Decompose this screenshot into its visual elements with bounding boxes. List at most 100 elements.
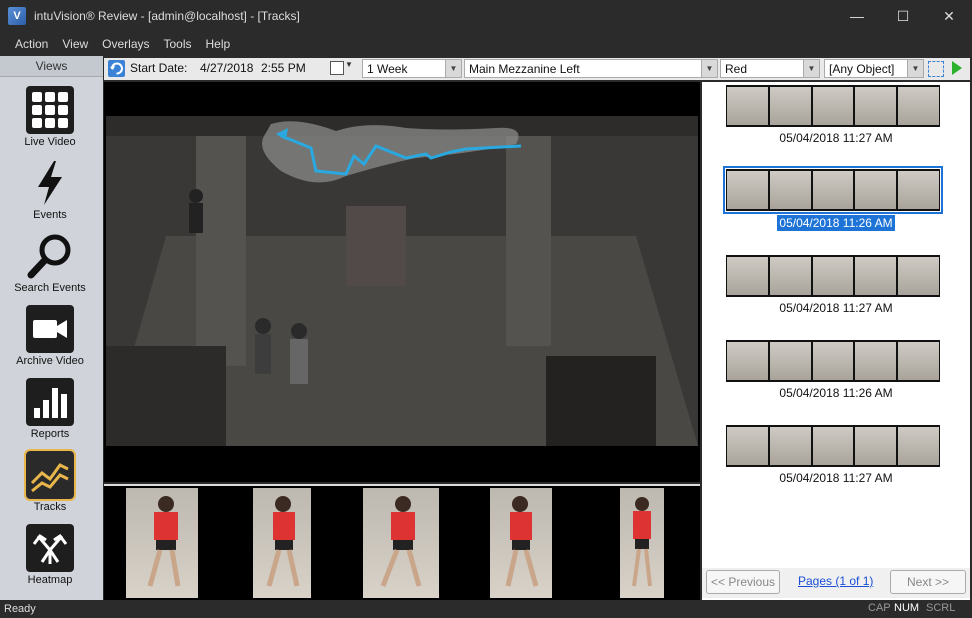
chevron-down-icon[interactable]: ▼	[701, 60, 717, 77]
track-result-card[interactable]	[726, 255, 940, 297]
track-frame	[727, 87, 768, 125]
track-frame	[769, 87, 811, 125]
chevron-down-icon[interactable]: ▼	[345, 60, 353, 69]
app-logo-icon: V	[8, 7, 26, 25]
video-player[interactable]	[104, 82, 700, 482]
cap-indicator: CAP	[868, 602, 891, 614]
views-sidebar: Views Live Video Events Search Events Ar…	[0, 56, 103, 600]
view-archive-video[interactable]: Archive Video	[0, 299, 100, 371]
track-frame	[855, 427, 897, 465]
track-thumbnail[interactable]	[363, 488, 439, 598]
view-label: Reports	[30, 428, 70, 440]
track-thumbnail[interactable]	[620, 488, 664, 598]
chevron-down-icon[interactable]: ▼	[907, 60, 923, 77]
track-frame	[769, 427, 811, 465]
color-select[interactable]: Red ▼	[720, 59, 820, 78]
period-value: 1 Week	[367, 61, 408, 76]
track-frame	[898, 342, 939, 380]
lightning-icon	[26, 159, 74, 207]
track-results-panel: 05/04/2018 11:27 AM 05/04/2018 11:26 AM …	[702, 82, 970, 600]
track-thumbnail[interactable]	[490, 488, 552, 598]
track-timestamp: 05/04/2018 11:27 AM	[779, 471, 893, 485]
track-result-card[interactable]	[726, 425, 940, 467]
menu-help[interactable]: Help	[199, 37, 238, 51]
view-search-events[interactable]: Search Events	[0, 226, 100, 298]
next-button[interactable]: Next >>	[890, 570, 966, 594]
track-frame	[769, 342, 811, 380]
track-frame	[812, 171, 854, 209]
view-tracks[interactable]: Tracks	[0, 445, 100, 517]
heatmap-icon	[26, 524, 74, 572]
view-reports[interactable]: Reports	[0, 372, 100, 444]
bar-chart-icon	[26, 378, 74, 426]
view-label: Events	[33, 209, 67, 221]
chevron-down-icon[interactable]: ▼	[445, 60, 461, 77]
menu-overlays[interactable]: Overlays	[95, 37, 156, 51]
menu-bar: Action View Overlays Tools Help	[0, 32, 972, 56]
object-value: [Any Object]	[829, 61, 895, 76]
track-result-card-selected[interactable]	[723, 166, 943, 214]
camera-select[interactable]: Main Mezzanine Left ▼	[464, 59, 718, 78]
views-header: Views	[0, 56, 103, 77]
track-thumbnail-strip	[104, 484, 700, 602]
camera-view	[106, 116, 698, 446]
pager: << Previous Pages (1 of 1) Next >>	[702, 568, 970, 598]
track-frame	[855, 257, 897, 295]
view-live-video[interactable]: Live Video	[0, 80, 100, 152]
track-frame	[812, 257, 854, 295]
track-frame	[855, 342, 897, 380]
calendar-icon[interactable]	[330, 61, 344, 75]
search-icon	[26, 232, 74, 280]
region-select-icon[interactable]	[928, 61, 944, 77]
view-label: Search Events	[14, 282, 86, 294]
video-camera-icon	[26, 305, 74, 353]
track-frame	[727, 257, 768, 295]
track-frame	[727, 171, 768, 209]
scrl-indicator: SCRL	[926, 602, 956, 614]
track-thumbnail[interactable]	[253, 488, 311, 598]
track-result-card[interactable]	[726, 85, 940, 127]
period-select[interactable]: 1 Week ▼	[362, 59, 462, 78]
previous-button[interactable]: << Previous	[706, 570, 780, 594]
status-text: Ready	[4, 603, 36, 615]
color-value: Red	[725, 61, 748, 76]
refresh-icon[interactable]	[108, 60, 125, 77]
track-timestamp: 05/04/2018 11:27 AM	[779, 131, 893, 145]
pages-link[interactable]: Pages (1 of 1)	[798, 574, 873, 588]
track-frame	[898, 171, 939, 209]
grid-icon	[26, 86, 74, 134]
view-label: Tracks	[33, 501, 67, 513]
filter-toolbar: Start Date: 4/27/2018 2:55 PM ▼ 1 Week ▼…	[104, 58, 970, 80]
start-time-value[interactable]: 2:55 PM	[261, 61, 306, 75]
view-label: Live Video	[24, 136, 76, 148]
track-frame	[855, 171, 897, 209]
menu-action[interactable]: Action	[8, 37, 55, 51]
status-bar: Ready CAP NUM SCRL	[0, 600, 972, 618]
menu-tools[interactable]: Tools	[157, 37, 199, 51]
start-date-value[interactable]: 4/27/2018	[200, 61, 253, 75]
view-label: Archive Video	[16, 355, 84, 367]
view-events[interactable]: Events	[0, 153, 100, 225]
maximize-button[interactable]: ☐	[880, 0, 926, 32]
track-frame	[898, 257, 939, 295]
camera-value: Main Mezzanine Left	[469, 61, 580, 76]
track-frame	[812, 427, 854, 465]
track-frame	[727, 342, 768, 380]
chevron-down-icon[interactable]: ▼	[803, 60, 819, 77]
track-thumbnail[interactable]	[126, 488, 198, 598]
window-title: intuVision® Review - [admin@localhost] -…	[34, 9, 300, 23]
tracks-icon	[24, 449, 76, 501]
object-select[interactable]: [Any Object] ▼	[824, 59, 924, 78]
view-label: Heatmap	[27, 574, 73, 586]
close-button[interactable]: ✕	[926, 0, 972, 32]
play-icon[interactable]	[952, 61, 962, 75]
menu-view[interactable]: View	[55, 37, 95, 51]
track-timestamp: 05/04/2018 11:27 AM	[779, 301, 893, 315]
track-frame	[812, 87, 854, 125]
track-frame	[727, 427, 768, 465]
track-timestamp: 05/04/2018 11:26 AM	[777, 215, 895, 231]
track-frame	[898, 87, 939, 125]
view-heatmap[interactable]: Heatmap	[0, 518, 100, 590]
track-result-card[interactable]	[726, 340, 940, 382]
minimize-button[interactable]: —	[834, 0, 880, 32]
